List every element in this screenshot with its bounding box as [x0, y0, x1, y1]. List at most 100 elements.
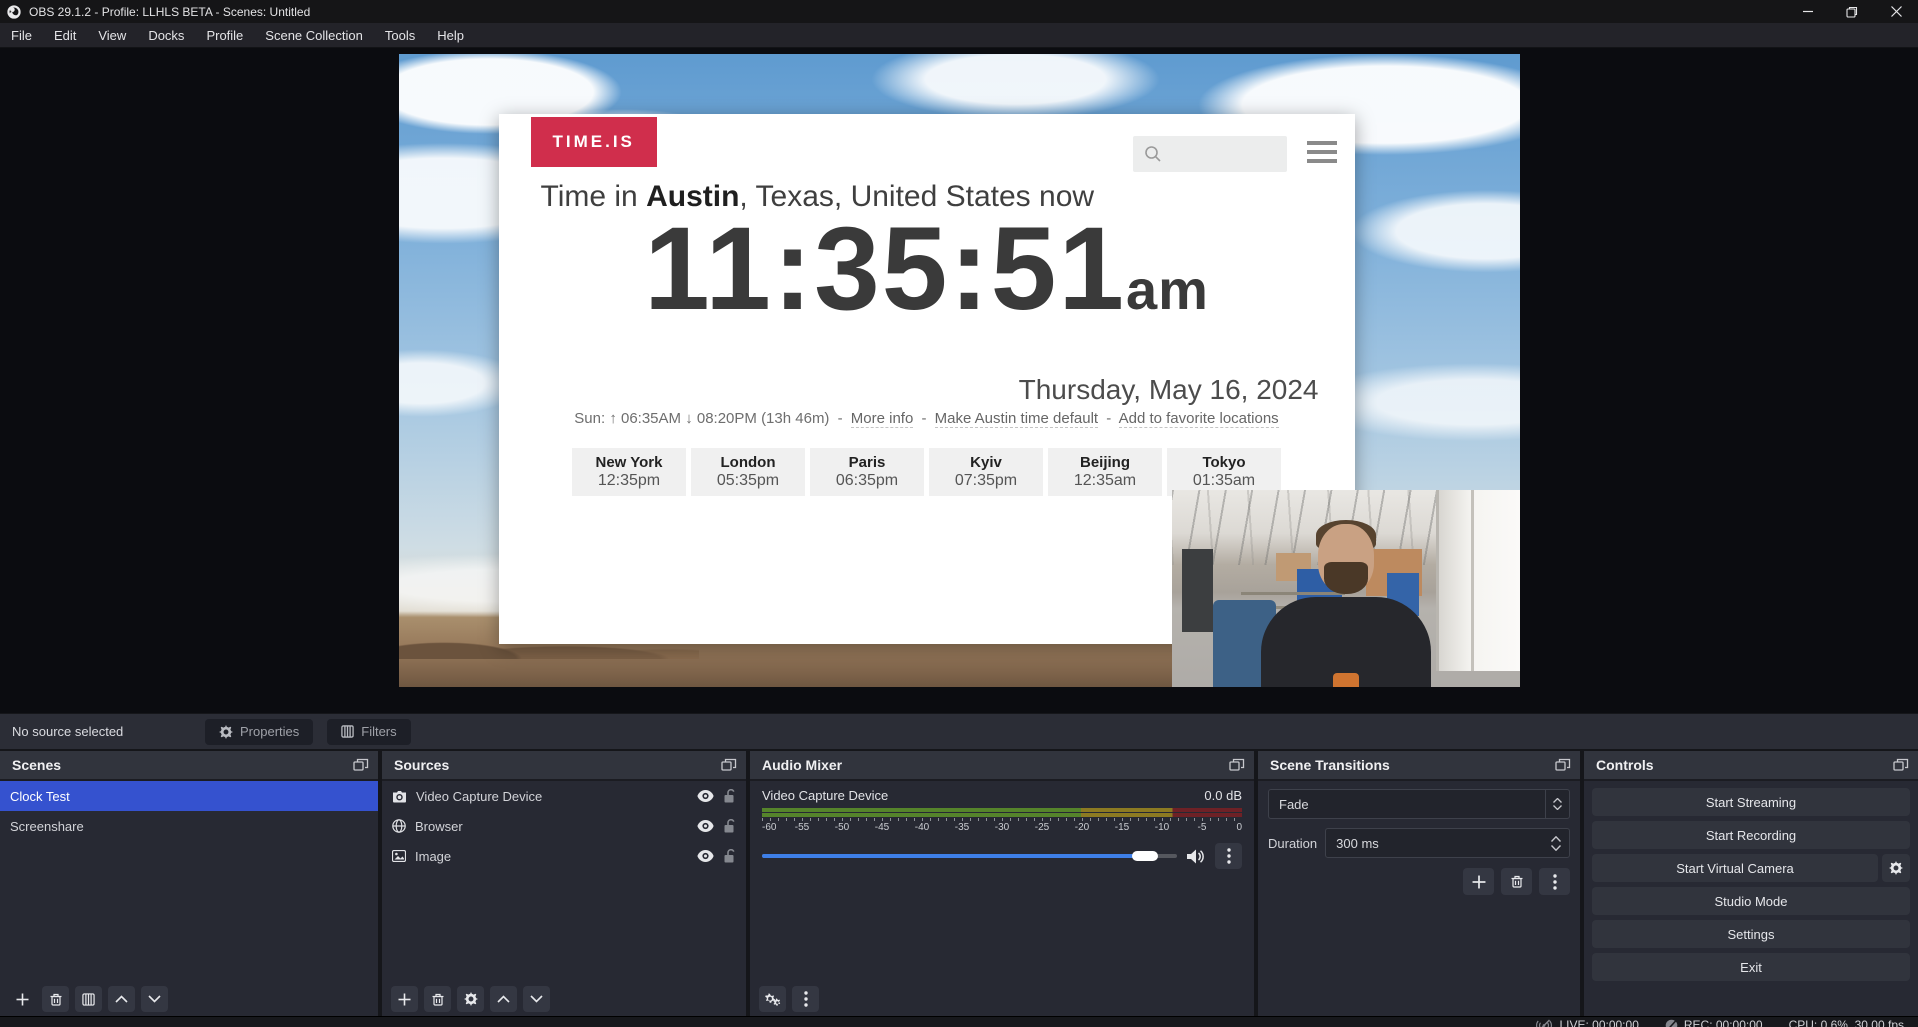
source-item-video-capture[interactable]: Video Capture Device — [382, 781, 746, 811]
timeis-logo: TIME.IS — [531, 117, 657, 167]
volume-slider[interactable] — [762, 854, 1177, 858]
audio-mixer-panel-header[interactable]: Audio Mixer — [750, 751, 1254, 781]
gear-icon — [1889, 861, 1903, 875]
world-clock-kyiv: Kyiv 07:35pm — [929, 448, 1043, 496]
chevron-up-icon — [497, 995, 510, 1003]
start-recording-button[interactable]: Start Recording — [1592, 821, 1910, 849]
popout-icon[interactable] — [721, 758, 737, 772]
live-status: LIVE: 00:00:00 — [1535, 1018, 1638, 1027]
popout-icon[interactable] — [1229, 758, 1245, 772]
menu-docks[interactable]: Docks — [137, 23, 195, 47]
remove-transition-button[interactable] — [1501, 868, 1532, 895]
scene-filters-button[interactable] — [75, 986, 102, 1012]
add-transition-button[interactable] — [1463, 868, 1494, 895]
source-item-image[interactable]: Image — [382, 841, 746, 871]
world-clock-paris: Paris 06:35pm — [810, 448, 924, 496]
virtual-camera-settings-button[interactable] — [1882, 854, 1910, 882]
remove-source-button[interactable] — [424, 986, 451, 1012]
studio-mode-button[interactable]: Studio Mode — [1592, 887, 1910, 915]
volume-meter: -60 -55 -50 -45 -40 -35 -30 -25 -20 -15 … — [762, 808, 1242, 835]
lock-icon[interactable] — [723, 849, 736, 863]
sun-info-line: Sun: ↑ 06:35AM ↓ 08:20PM (13h 46m) - Mor… — [499, 410, 1355, 427]
remove-scene-button[interactable] — [42, 986, 69, 1012]
controls-panel-header[interactable]: Controls — [1584, 751, 1918, 781]
menu-scene-collection[interactable]: Scene Collection — [254, 23, 374, 47]
restore-button[interactable] — [1830, 0, 1874, 23]
double-gear-icon — [764, 992, 781, 1006]
menu-tools[interactable]: Tools — [374, 23, 426, 47]
spin-up-icon[interactable] — [1551, 836, 1561, 842]
meter-tick-labels: -60 -55 -50 -45 -40 -35 -30 -25 -20 -15 … — [762, 822, 1242, 835]
menu-edit[interactable]: Edit — [43, 23, 87, 47]
properties-button[interactable]: Properties — [205, 719, 313, 745]
kebab-menu-icon — [1227, 848, 1231, 864]
filters-button[interactable]: Filters — [327, 719, 410, 745]
plus-icon — [1472, 875, 1486, 889]
sources-panel: Sources Video Capture Device — [382, 751, 746, 1016]
record-inactive-icon — [1665, 1019, 1678, 1027]
mixer-channel-name: Video Capture Device — [762, 788, 888, 803]
transition-select[interactable]: Fade — [1268, 789, 1570, 819]
source-properties-button[interactable] — [457, 986, 484, 1012]
transition-menu-button[interactable] — [1539, 868, 1570, 895]
image-icon — [392, 850, 406, 862]
volume-slider-handle[interactable] — [1132, 851, 1158, 861]
move-scene-down-button[interactable] — [141, 986, 168, 1012]
start-virtual-camera-button[interactable]: Start Virtual Camera — [1592, 854, 1878, 882]
link-make-default: Make Austin time default — [935, 410, 1098, 428]
menu-file[interactable]: File — [0, 23, 43, 47]
filter-icon — [82, 993, 95, 1006]
menu-profile[interactable]: Profile — [195, 23, 254, 47]
preview-canvas[interactable]: TIME.IS Time in Austin, Texas, United St… — [399, 54, 1520, 687]
webcam-window — [1436, 490, 1520, 671]
popout-icon[interactable] — [1555, 758, 1571, 772]
visibility-eye-icon[interactable] — [697, 850, 714, 862]
minimize-button[interactable] — [1786, 0, 1830, 23]
time-meridiem: am — [1126, 258, 1209, 321]
move-source-down-button[interactable] — [523, 986, 550, 1012]
visibility-eye-icon[interactable] — [697, 820, 714, 832]
camera-icon — [392, 790, 407, 803]
world-clock-tokyo: Tokyo 01:35am — [1167, 448, 1281, 496]
scene-transitions-panel-header[interactable]: Scene Transitions — [1258, 751, 1580, 781]
scenes-toolbar — [0, 982, 378, 1016]
mixer-channel: Video Capture Device 0.0 dB -60 -55 -50 … — [750, 781, 1254, 869]
lock-icon[interactable] — [723, 819, 736, 833]
menu-help[interactable]: Help — [426, 23, 475, 47]
popout-icon[interactable] — [1893, 758, 1909, 772]
scene-item-clock-test[interactable]: Clock Test — [0, 781, 378, 811]
advanced-audio-properties-button[interactable] — [759, 986, 786, 1012]
scenes-panel-header[interactable]: Scenes — [0, 751, 378, 781]
globe-icon — [392, 819, 406, 833]
lock-icon[interactable] — [723, 789, 736, 803]
hamburger-menu-icon — [1307, 141, 1337, 168]
source-item-browser[interactable]: Browser — [382, 811, 746, 841]
scenes-panel: Scenes Clock Test Screenshare — [0, 751, 378, 1016]
move-source-up-button[interactable] — [490, 986, 517, 1012]
mixer-channel-menu-button[interactable] — [1215, 843, 1242, 869]
chevron-down-icon — [148, 995, 161, 1003]
move-scene-up-button[interactable] — [108, 986, 135, 1012]
popout-icon[interactable] — [353, 758, 369, 772]
add-source-button[interactable] — [391, 986, 418, 1012]
close-button[interactable] — [1874, 0, 1918, 23]
obs-logo-icon — [7, 5, 21, 19]
sources-panel-header[interactable]: Sources — [382, 751, 746, 781]
scene-item-screenshare[interactable]: Screenshare — [0, 811, 378, 841]
current-time-display: 11:35:51am — [499, 210, 1355, 328]
speaker-icon[interactable] — [1187, 849, 1205, 864]
duration-spinbox[interactable]: 300 ms — [1325, 828, 1570, 858]
sources-toolbar — [382, 982, 746, 1016]
trash-icon — [1511, 875, 1523, 888]
menu-view[interactable]: View — [87, 23, 137, 47]
settings-button[interactable]: Settings — [1592, 920, 1910, 948]
trash-icon — [50, 993, 62, 1006]
webcam-source[interactable] — [1172, 490, 1520, 687]
spin-down-icon[interactable] — [1551, 845, 1561, 851]
chevron-down-icon — [1553, 805, 1562, 810]
start-streaming-button[interactable]: Start Streaming — [1592, 788, 1910, 816]
add-scene-button[interactable] — [9, 986, 36, 1012]
exit-button[interactable]: Exit — [1592, 953, 1910, 981]
visibility-eye-icon[interactable] — [697, 790, 714, 802]
mixer-menu-button[interactable] — [792, 986, 819, 1012]
